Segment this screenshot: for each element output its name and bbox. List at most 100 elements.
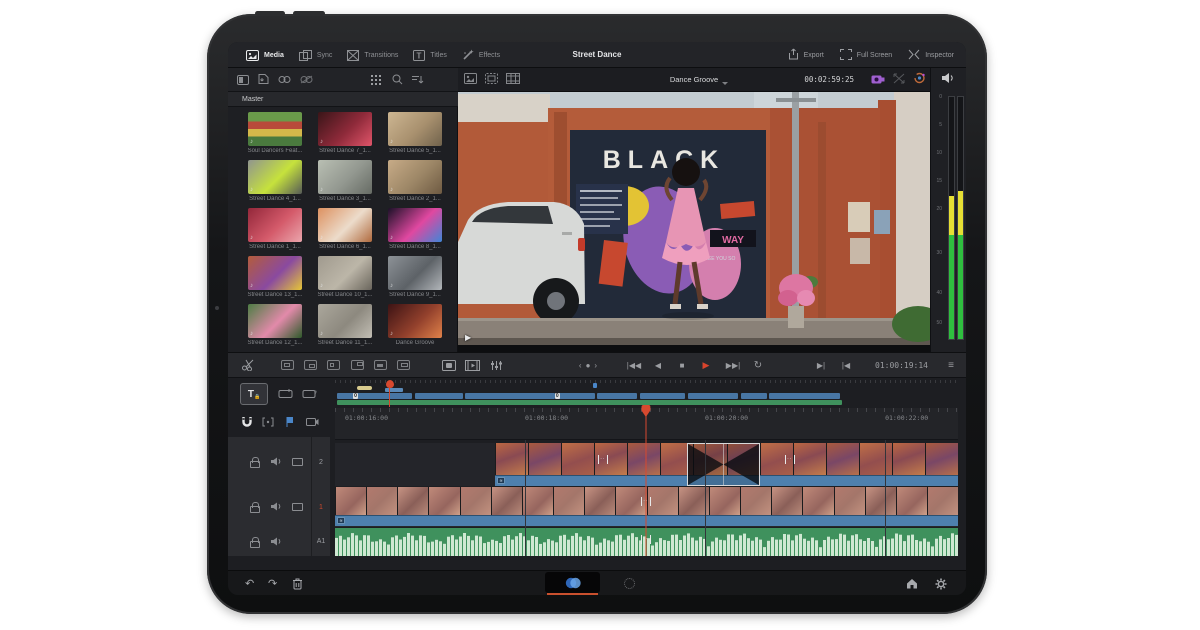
resolve-app-icon[interactable] (545, 572, 600, 593)
clip-tool-icon[interactable] (278, 388, 294, 401)
minimap-ticks (335, 380, 958, 383)
play-to-in-button[interactable]: |◀ (838, 353, 854, 377)
mute-track-icon[interactable] (270, 501, 282, 514)
delete-button[interactable] (292, 571, 303, 595)
bin-list-icon[interactable] (237, 74, 249, 85)
media-clip[interactable]: ♪ Street Dance 9_1... (382, 256, 448, 304)
viewer-video-area[interactable]: BLACK WAY SEE YOU SO ▶ (458, 92, 930, 345)
media-clip[interactable]: ♪ Dance Groove (382, 304, 448, 352)
timeline-left-panel: T 🔒 ♪ 2 1 A1 (228, 378, 330, 570)
replace-clip-icon[interactable] (327, 353, 340, 377)
timeline-gridline (705, 440, 707, 556)
snapping-magnet-icon[interactable] (241, 416, 253, 430)
marker-flag-icon[interactable] (285, 416, 295, 429)
split-clip-icon[interactable] (240, 353, 256, 377)
media-clip[interactable]: ♪ Street Dance 12_1... (242, 304, 308, 352)
import-media-icon[interactable] (258, 74, 269, 85)
loop-button[interactable]: ↻ (751, 353, 765, 377)
playhead[interactable] (645, 405, 647, 556)
clip-audio-tool-icon[interactable]: ♪ (302, 388, 318, 401)
color-adjust-icon[interactable] (913, 72, 926, 86)
go-to-start-button[interactable]: |◀◀ (624, 353, 644, 377)
timeline-minimap[interactable]: 00 (335, 380, 958, 408)
media-clip[interactable]: ♪ Street Dance 10_1... (312, 256, 378, 304)
render-status-icon[interactable] (624, 577, 635, 589)
clip-frame (891, 443, 925, 475)
sort-icon[interactable] (412, 75, 424, 85)
camera-cut-icon[interactable] (871, 73, 885, 86)
enable-video-track-icon[interactable] (292, 458, 303, 468)
play-reverse-button[interactable]: ◀ (651, 353, 665, 377)
jog-control[interactable]: ‹●› (568, 353, 612, 377)
transform-icon[interactable] (893, 73, 905, 86)
full-screen-button[interactable]: Full Screen (839, 48, 892, 62)
track-header-a1[interactable]: A1 (228, 527, 330, 556)
media-clip[interactable]: ♪ Street Dance 6_1... (312, 208, 378, 256)
track-header-v1[interactable]: 1 (228, 487, 330, 527)
mute-track-icon[interactable] (270, 536, 282, 549)
tab-transitions[interactable]: Transitions (347, 49, 398, 61)
speaker-icon[interactable] (941, 72, 955, 86)
sync-clips-icon[interactable] (278, 75, 291, 84)
inspector-button[interactable]: Inspector (908, 49, 954, 62)
media-clip[interactable]: ♪ Street Dance 2_1... (382, 160, 448, 208)
media-clip[interactable]: ♪ Street Dance 5_1... (382, 112, 448, 160)
viewer-clip-name[interactable]: Dance Groove (458, 68, 930, 92)
track-header-v2[interactable]: 2 (228, 437, 330, 487)
media-clip[interactable]: ♪ Street Dance 13_1... (242, 256, 308, 304)
lock-track-icon[interactable] (250, 537, 260, 548)
timeline-options-menu-icon[interactable]: ≡ (944, 353, 958, 377)
play-to-out-button[interactable]: ▶| (813, 353, 829, 377)
settings-gear-icon[interactable] (935, 571, 947, 595)
media-clip[interactable]: ♪ Soul Dancers Feat... (242, 112, 308, 160)
unsync-clips-icon[interactable] (300, 75, 313, 84)
overwrite-clip-icon[interactable] (304, 353, 317, 377)
insert-clip-icon[interactable] (281, 353, 294, 377)
media-clip[interactable]: ♪ Street Dance 4_1... (242, 160, 308, 208)
play-button[interactable]: ▶ (699, 353, 713, 377)
media-clip[interactable]: ♪ Street Dance 8_1... (382, 208, 448, 256)
media-clip[interactable]: ♪ Street Dance 3_1... (312, 160, 378, 208)
cross-dissolve-transition[interactable] (686, 443, 760, 486)
audio-link-icon[interactable] (262, 417, 274, 429)
media-clip[interactable]: ♪ Street Dance 1_1... (242, 208, 308, 256)
tab-titles[interactable]: T Titles (413, 49, 447, 61)
stop-button[interactable]: ■ (675, 353, 689, 377)
mixer-icon[interactable] (488, 353, 504, 377)
audio-note-icon: ♪ (250, 283, 253, 289)
fit-to-fill-icon[interactable] (397, 353, 410, 377)
clip-frame (924, 443, 958, 475)
search-icon[interactable] (392, 74, 403, 85)
bin-path-bar[interactable]: Master (228, 92, 458, 107)
media-clip-name: Street Dance 6_1... (319, 244, 371, 250)
lock-track-icon[interactable] (250, 502, 260, 513)
media-clip-thumbnail: ♪ (388, 304, 442, 338)
media-clip[interactable]: ♪ Street Dance 7_1... (312, 112, 378, 160)
clip-audio-strip[interactable] (335, 515, 958, 526)
tab-effects[interactable]: Effects (462, 49, 500, 61)
thumbnail-view-icon[interactable] (369, 74, 383, 85)
redo-button[interactable]: ↷ (268, 571, 277, 595)
top-toolbar: Media Sync Transitions T Titles Effects Stree… (228, 42, 966, 68)
meter-right-green (958, 235, 963, 339)
tab-media[interactable]: Media (246, 49, 284, 61)
media-clip[interactable]: ♪ Street Dance 11_1... (312, 304, 378, 352)
lock-track-icon[interactable] (250, 457, 260, 468)
minimap-video-segment (597, 393, 638, 399)
go-to-end-button[interactable]: ▶▶| (723, 353, 743, 377)
ruler-timecode-label: 01:00:20:00 (705, 414, 749, 422)
home-button[interactable] (906, 571, 918, 595)
tab-sync[interactable]: Sync (298, 49, 332, 61)
add-marker-icon[interactable] (441, 353, 457, 377)
filmstrip-play-icon[interactable] (464, 353, 480, 377)
camera-flag-icon[interactable] (306, 417, 319, 429)
export-button[interactable]: Export (788, 48, 824, 62)
mute-track-icon[interactable] (270, 456, 282, 469)
export-icon (788, 48, 799, 62)
enable-video-track-icon[interactable] (292, 503, 303, 513)
undo-button[interactable]: ↶ (245, 571, 254, 595)
minimap-playhead-marker[interactable] (385, 380, 394, 407)
append-clip-icon[interactable] (374, 353, 387, 377)
place-on-top-icon[interactable] (351, 353, 364, 377)
trim-tool-button[interactable]: T 🔒 (240, 383, 268, 405)
